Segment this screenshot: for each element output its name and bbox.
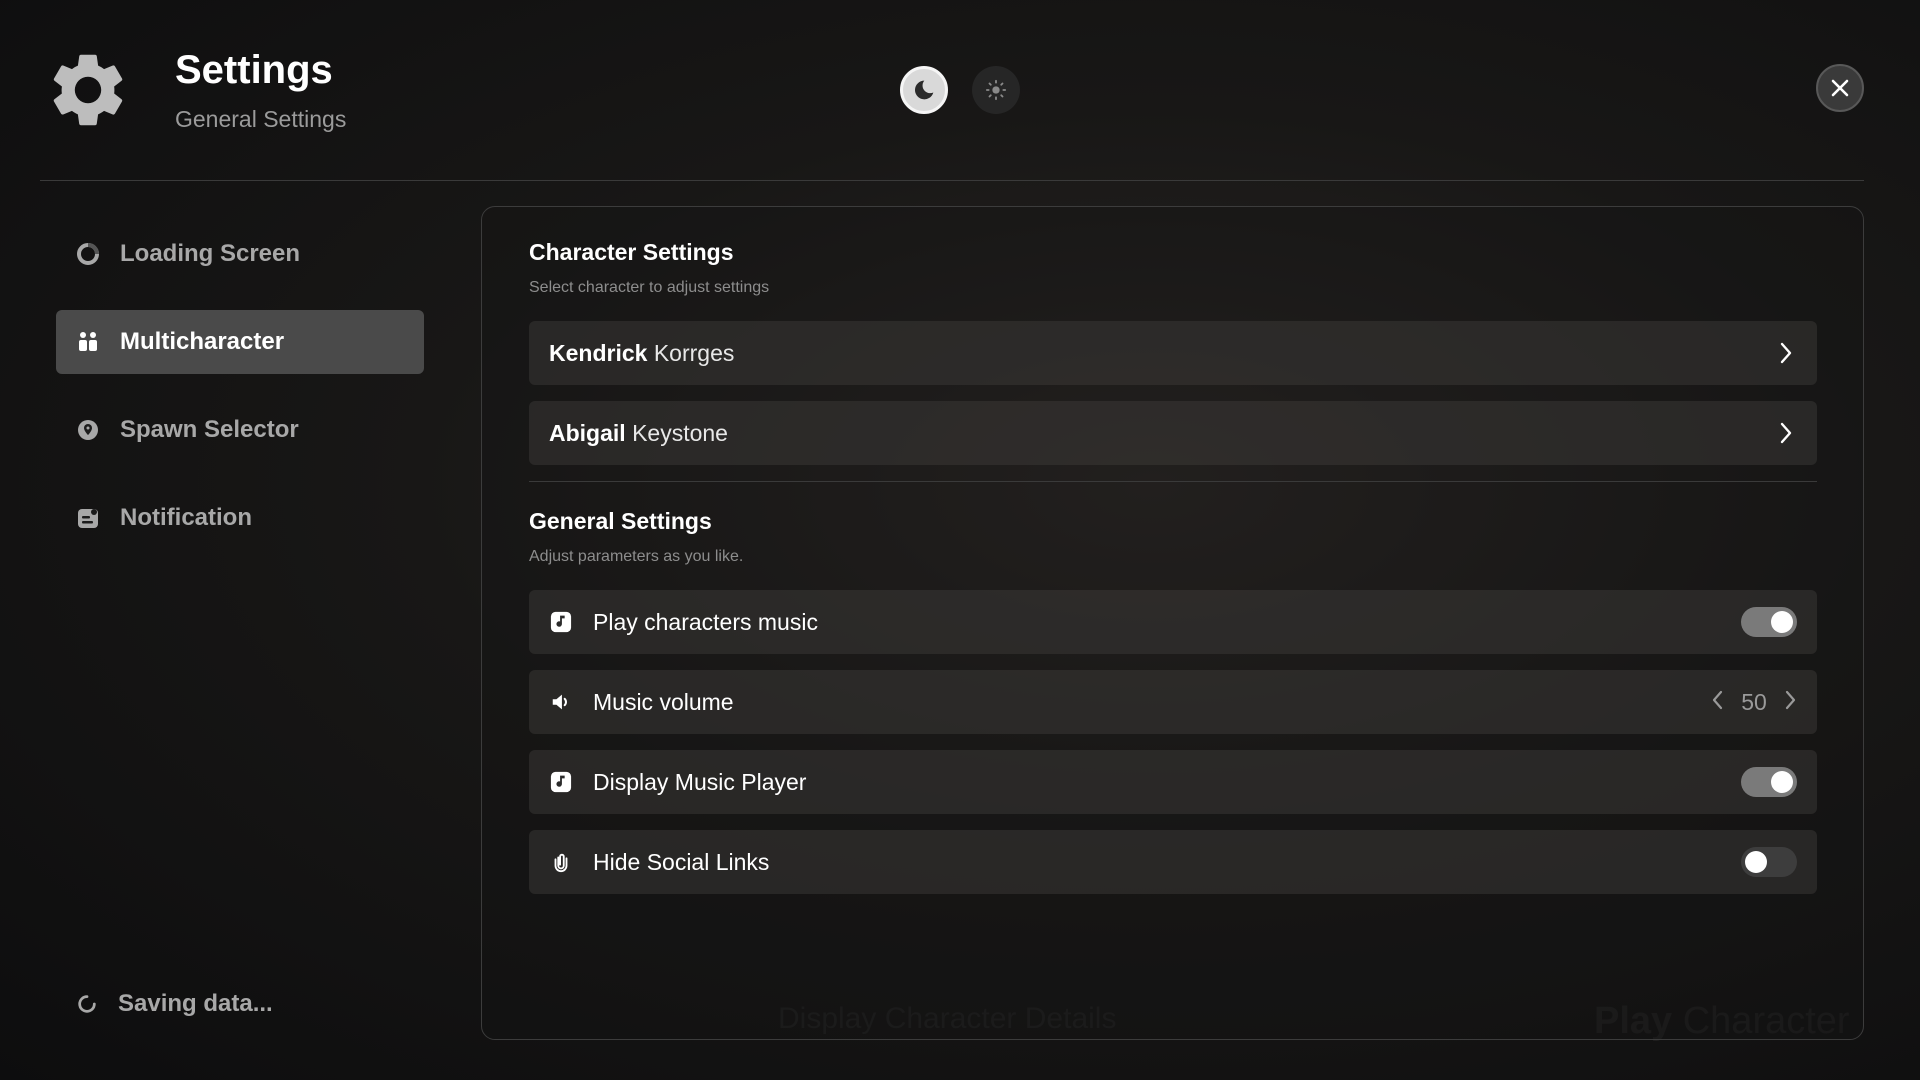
setting-label: Play characters music [593,608,818,635]
sidebar-item-notification[interactable]: Notification [56,486,424,550]
sidebar-item-spawn-selector[interactable]: Spawn Selector [56,398,424,462]
dark-theme-button[interactable] [900,66,948,114]
location-icon [76,418,100,442]
setting-label: Hide Social Links [593,848,770,875]
character-first-name: Kendrick [549,339,648,366]
users-icon [76,330,100,354]
light-theme-button[interactable] [972,66,1020,114]
hide-social-toggle[interactable] [1741,847,1797,877]
chevron-left-icon[interactable] [1711,690,1723,715]
toggle-knob [1771,771,1793,793]
sidebar-item-multicharacter[interactable]: Multicharacter [56,310,424,374]
sidebar-item-label: Loading Screen [120,240,301,267]
music-note-icon [549,770,573,794]
setting-label: Display Music Player [593,768,807,795]
character-row-kendrick[interactable]: Kendrick Korrges [529,321,1817,385]
link-icon [549,850,573,874]
chevron-right-icon [1775,422,1797,444]
chevron-right-icon [1775,342,1797,364]
sidebar-item-loading-screen[interactable]: Loading Screen [56,222,424,286]
saving-status-text: Saving data... [118,990,273,1017]
speaker-icon [549,690,573,714]
moon-icon [914,80,934,100]
sidebar-item-label: Notification [120,504,252,531]
setting-row-play-music: Play characters music [529,590,1817,654]
general-settings-description: Adjust parameters as you like. [529,548,744,565]
loading-icon [76,242,100,266]
general-settings-title: General Settings [529,508,712,534]
close-icon [1831,79,1849,97]
spinner-icon [78,995,96,1013]
character-name: Abigail Keystone [549,420,728,447]
close-button[interactable] [1816,64,1864,112]
character-first-name: Abigail [549,419,626,446]
character-settings-description: Select character to adjust settings [529,279,770,296]
display-player-toggle[interactable] [1741,767,1797,797]
chevron-right-icon[interactable] [1785,690,1797,715]
character-name: Kendrick Korrges [549,340,734,367]
character-row-abigail[interactable]: Abigail Keystone [529,401,1817,465]
play-music-toggle[interactable] [1741,607,1797,637]
sidebar-item-label: Spawn Selector [120,416,299,443]
setting-row-hide-social: Hide Social Links [529,830,1817,894]
gear-icon [53,54,123,126]
page-subtitle: General Settings [175,106,347,132]
toggle-knob [1771,611,1793,633]
setting-label: Music volume [593,688,734,715]
toggle-knob [1745,851,1767,873]
sidebar: Loading Screen Multicharacter Spawn Sele… [56,222,424,574]
section-divider [529,481,1817,482]
setting-row-display-player: Display Music Player [529,750,1817,814]
volume-stepper: 50 [1711,689,1797,716]
sidebar-item-label: Multicharacter [120,328,285,355]
settings-panel: Character Settings Select character to a… [481,206,1864,1040]
saving-status: Saving data... [76,990,273,1018]
header-divider [40,180,1864,181]
character-last-name: Keystone [632,419,728,446]
notification-icon [76,506,100,530]
volume-value: 50 [1741,688,1767,715]
character-settings-title: Character Settings [529,239,734,265]
sun-icon [985,79,1007,101]
setting-row-music-volume: Music volume 50 [529,670,1817,734]
page-title: Settings [175,48,333,92]
character-last-name: Korrges [653,339,735,366]
settings-header: Settings General Settings [0,0,1920,182]
music-note-icon [549,610,573,634]
